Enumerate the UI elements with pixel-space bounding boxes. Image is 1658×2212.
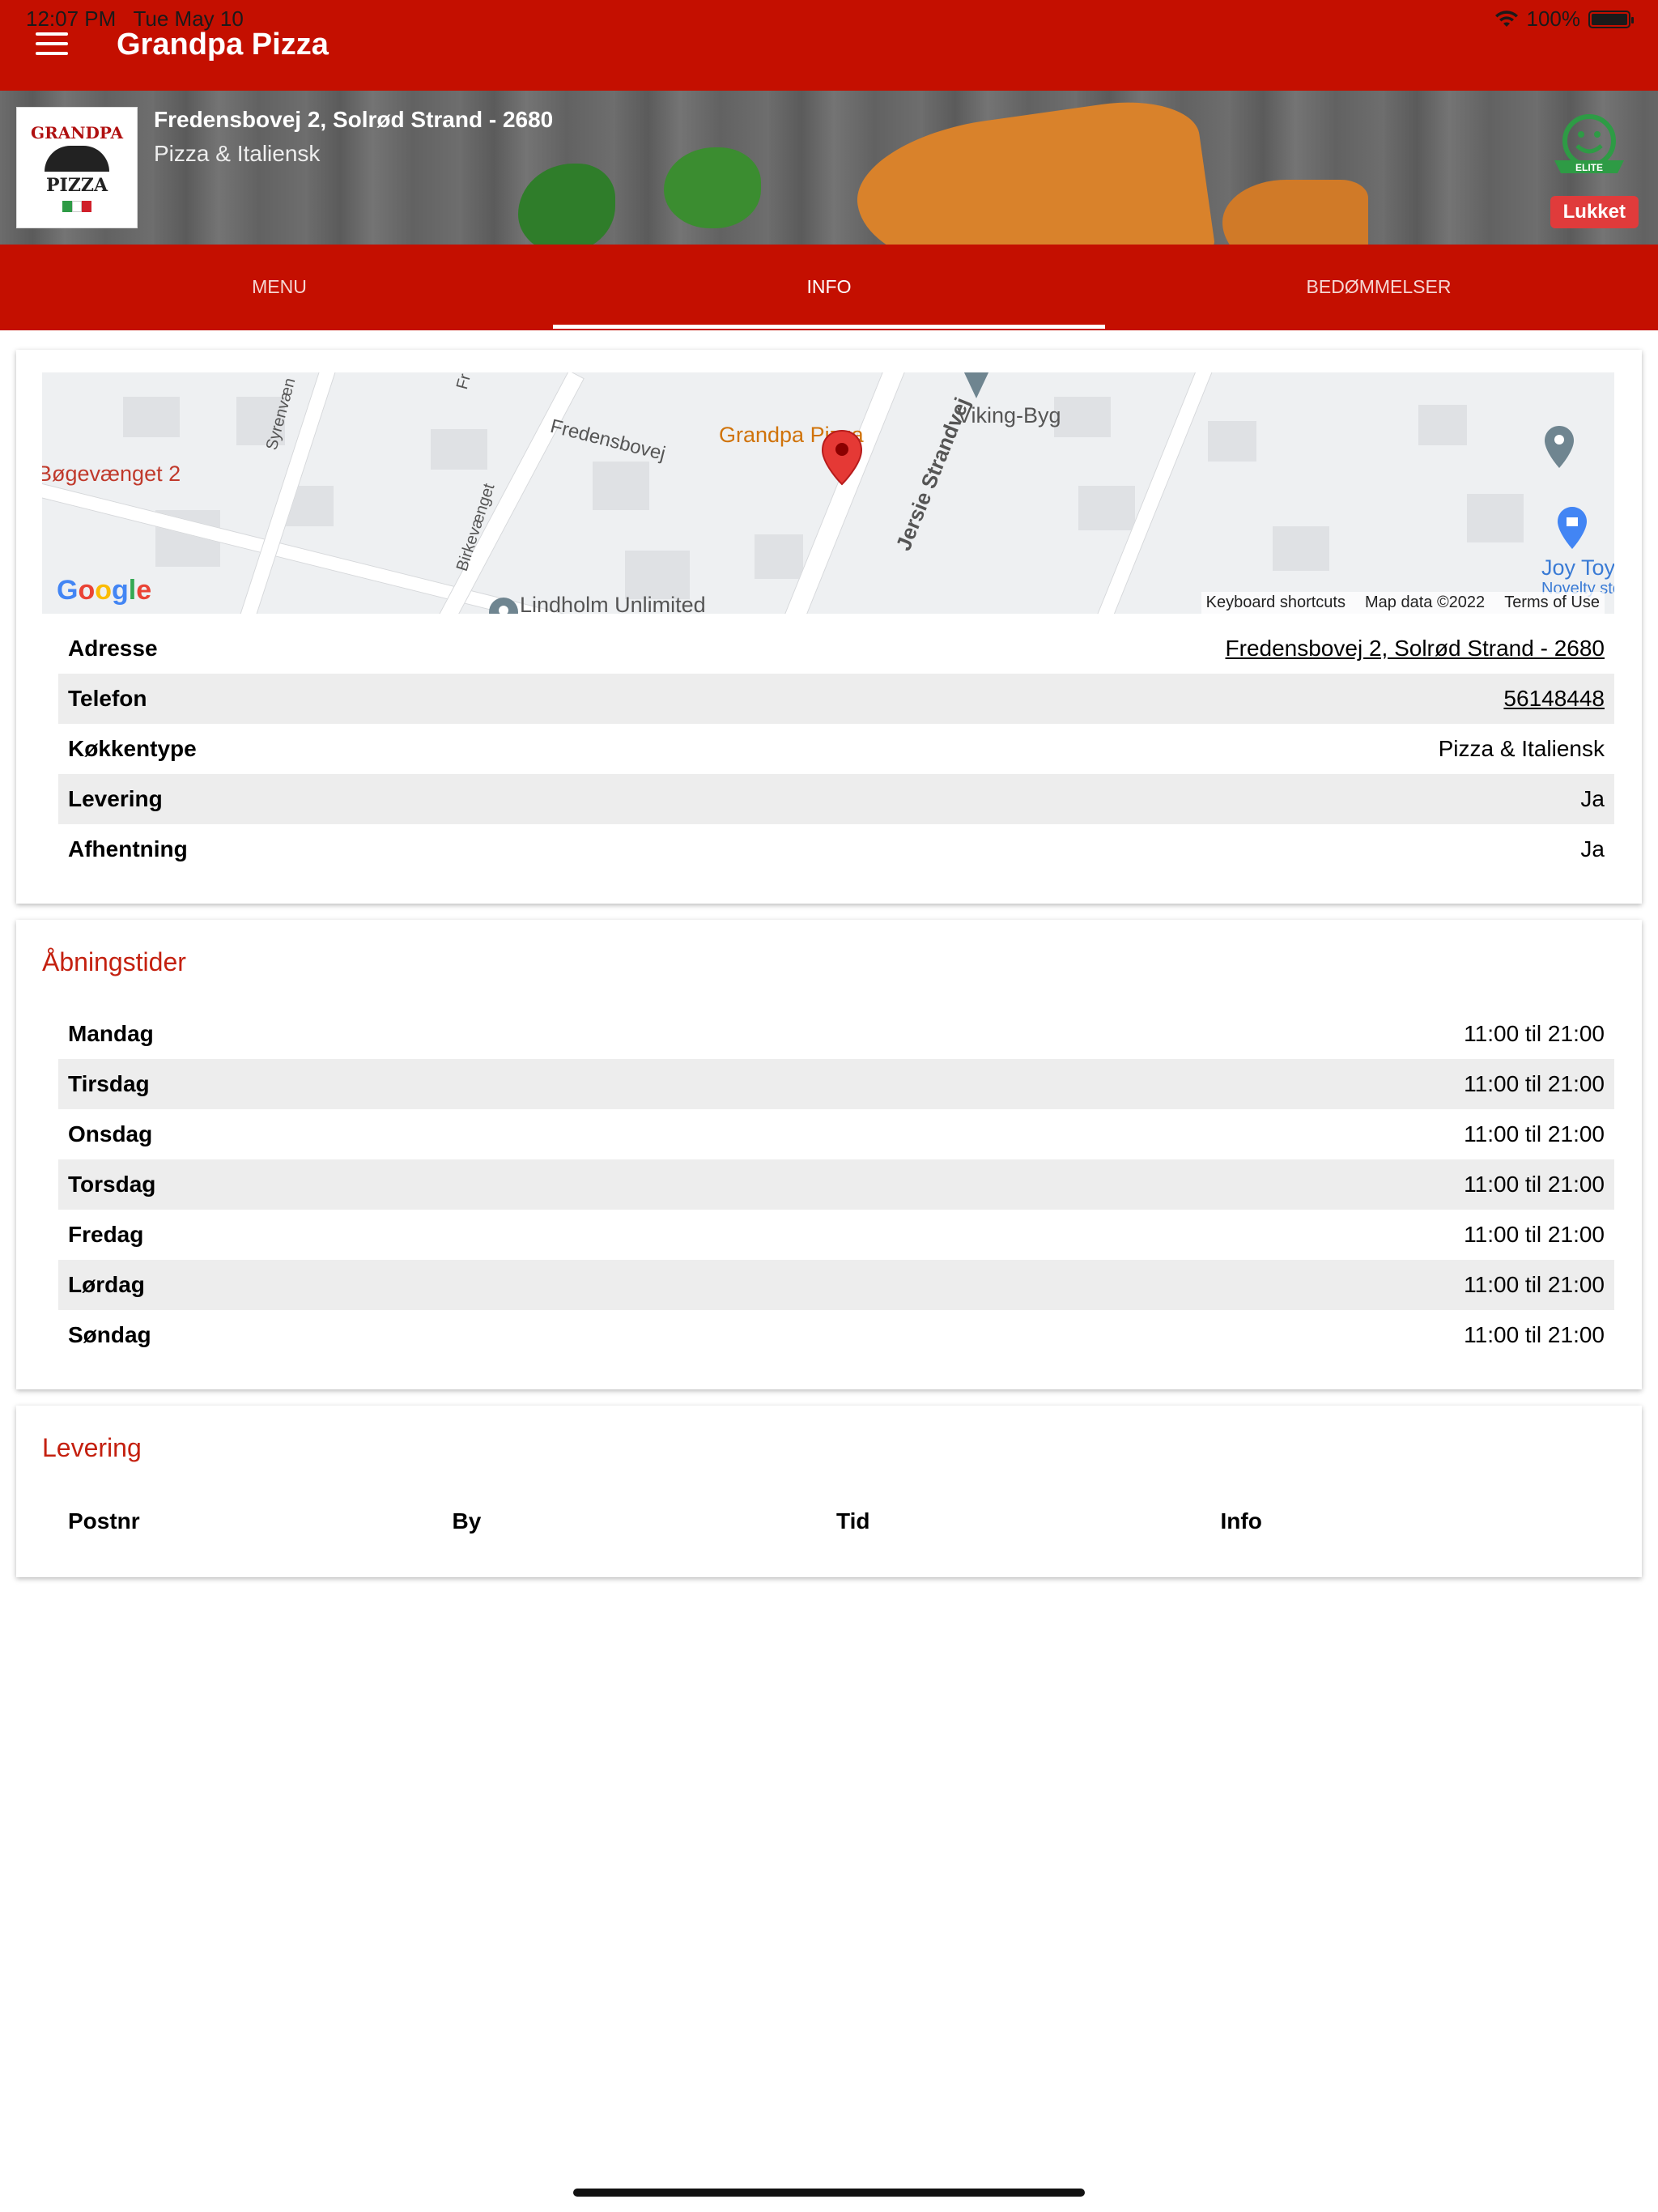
row-value: Pizza & Italiensk: [1438, 736, 1605, 761]
table-row: Adresse Fredensbovej 2, Solrød Strand - …: [58, 623, 1614, 674]
location-map[interactable]: Bøgevænget 2 Syrenvæn Fr Fredensbovej Gr…: [42, 372, 1614, 614]
closed-status-badge: Lukket: [1550, 196, 1639, 228]
restaurant-cuisine: Pizza & Italiensk: [154, 141, 321, 166]
day-label: Fredag: [68, 1222, 144, 1247]
hours-table: Mandag 11:00 til 21:00 Tirsdag 11:00 til 2…: [58, 1009, 1614, 1360]
table-row: Torsdag 11:00 til 21:00: [58, 1159, 1614, 1210]
hours-value: 11:00 til 21:00: [1464, 1121, 1605, 1146]
map-pin-icon[interactable]: [821, 429, 863, 486]
map-label-fr: Fr: [453, 372, 475, 392]
delivery-title: Levering: [42, 1433, 142, 1462]
map-label-jersie-strandvej: Jersie Strandvej: [891, 393, 975, 555]
hours-value: 11:00 til 21:00: [1464, 1071, 1605, 1096]
table-row: Mandag 11:00 til 21:00: [58, 1009, 1614, 1059]
battery-icon: [1588, 10, 1634, 28]
column-header-postnr: Postnr: [68, 1508, 140, 1534]
day-label: Tirsdag: [68, 1071, 150, 1096]
table-row: Fredag 11:00 til 21:00: [58, 1210, 1614, 1260]
app-title: Grandpa Pizza: [117, 28, 329, 62]
map-place-pin-icon[interactable]: [960, 372, 993, 400]
elite-smiley-icon: ELITE: [1554, 114, 1624, 173]
smiley-badge-label: ELITE: [1575, 162, 1603, 173]
map-label-joy-toy: Joy Toy v: [1541, 555, 1614, 580]
tab-bar: MENU INFO BEDØMMELSER: [0, 245, 1658, 334]
status-clock: 12:07 PM: [26, 6, 117, 31]
oven-icon: [45, 146, 109, 172]
table-row: Køkkentype Pizza & Italiensk: [58, 724, 1614, 774]
app-bar: 12:07 PM Tue May 10 100% Grandpa Pizza: [0, 0, 1658, 91]
hours-value: 11:00 til 21:00: [1464, 1272, 1605, 1297]
table-row: Lørdag 11:00 til 21:00: [58, 1260, 1614, 1310]
opening-hours-card: Åbningstider Mandag 11:00 til 21:00 Tirsd…: [16, 920, 1642, 1389]
google-logo: Google: [57, 575, 152, 606]
tab-reviews[interactable]: BEDØMMELSER: [1103, 245, 1655, 329]
row-value: Ja: [1580, 836, 1605, 861]
restaurant-logo: GRANDPA PIZZA: [16, 107, 138, 228]
row-key: Levering: [68, 786, 163, 811]
home-indicator[interactable]: [573, 2189, 1085, 2197]
wifi-icon: [1494, 10, 1518, 27]
day-label: Onsdag: [68, 1121, 153, 1146]
column-header-tid: Tid: [836, 1508, 870, 1534]
delivery-card: Levering Postnr By Tid Info: [16, 1406, 1642, 1577]
table-row: Levering Ja: [58, 774, 1614, 824]
map-keyboard-shortcuts-link[interactable]: Keyboard shortcuts: [1206, 593, 1346, 612]
row-value: Ja: [1580, 786, 1605, 811]
map-label-fredensbovej: Fredensbovej: [548, 415, 668, 466]
basil-leaf-image: [664, 147, 761, 228]
status-indicators: 100%: [1494, 6, 1634, 32]
table-row: Telefon 56148448: [58, 674, 1614, 724]
delivery-table-header: Postnr By Tid Info: [58, 1496, 1614, 1546]
info-table: Adresse Fredensbovej 2, Solrød Strand - …: [58, 623, 1614, 874]
address-link[interactable]: Fredensbovej 2, Solrød Strand - 2680: [1226, 636, 1605, 661]
table-row: Afhentning Ja: [58, 824, 1614, 874]
hours-value: 11:00 til 21:00: [1464, 1222, 1605, 1247]
tab-info[interactable]: INFO: [553, 245, 1105, 329]
map-label-lindholm: Lindholm Unlimited: [520, 593, 706, 614]
table-row: Tirsdag 11:00 til 21:00: [58, 1059, 1614, 1109]
day-label: Søndag: [68, 1322, 151, 1347]
column-header-info: Info: [1220, 1508, 1262, 1534]
restaurant-address: Fredensbovej 2, Solrød Strand - 2680: [154, 107, 554, 132]
pizza-slice-image: [1222, 180, 1368, 245]
battery-percent: 100%: [1526, 6, 1581, 31]
row-key: Afhentning: [68, 836, 188, 861]
row-key: Adresse: [68, 636, 158, 661]
logo-text-bottom: PIZZA: [45, 175, 108, 196]
column-header-by: By: [452, 1508, 482, 1534]
tab-menu[interactable]: MENU: [3, 245, 555, 329]
hamburger-menu-icon[interactable]: [36, 32, 68, 58]
day-label: Torsdag: [68, 1172, 156, 1197]
logo-text-top: GRANDPA: [31, 123, 123, 143]
phone-link[interactable]: 56148448: [1503, 686, 1605, 712]
info-card: Bøgevænget 2 Syrenvæn Fr Fredensbovej Gr…: [16, 350, 1642, 904]
hours-value: 11:00 til 21:00: [1464, 1021, 1605, 1046]
basil-leaf-image: [518, 164, 615, 245]
row-key: Telefon: [68, 686, 147, 711]
italian-flag-icon: [62, 201, 91, 212]
map-data-attribution: Map data ©2022: [1365, 593, 1486, 611]
map-label-bogevaenget: Bøgevænget 2: [42, 462, 181, 486]
day-label: Mandag: [68, 1021, 154, 1046]
hours-value: 11:00 til 21:00: [1464, 1322, 1605, 1347]
row-key: Køkkentype: [68, 736, 197, 761]
map-footer: Keyboard shortcuts Map data ©2022 Terms …: [1201, 592, 1605, 614]
map-place-pin-icon[interactable]: [487, 596, 520, 614]
day-label: Lørdag: [68, 1272, 145, 1297]
table-row: Onsdag 11:00 til 21:00: [58, 1109, 1614, 1159]
map-shop-pin-icon[interactable]: [1556, 505, 1588, 551]
table-row: Søndag 11:00 til 21:00: [58, 1310, 1614, 1360]
pizza-slice-image: [848, 91, 1216, 245]
hours-value: 11:00 til 21:00: [1464, 1172, 1605, 1197]
opening-hours-title: Åbningstider: [42, 947, 186, 976]
map-terms-link[interactable]: Terms of Use: [1504, 593, 1600, 612]
map-place-pin-icon[interactable]: [1543, 424, 1575, 470]
